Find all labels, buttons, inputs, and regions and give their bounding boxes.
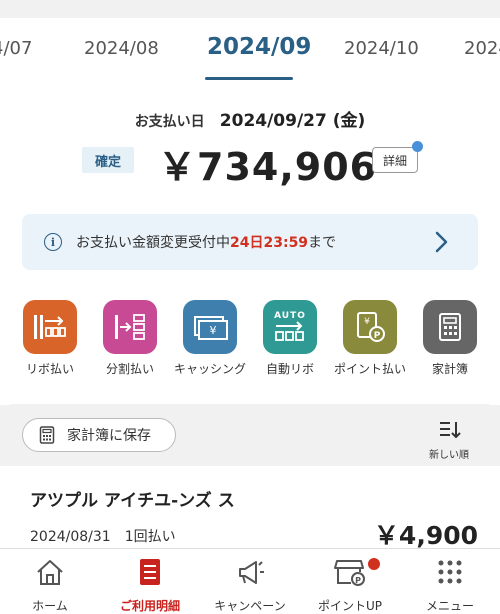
nav-item-statement[interactable]: ご利用明細 <box>100 557 200 614</box>
save-to-household-book-button[interactable]: 家計簿に保存 <box>22 418 176 452</box>
point-up-notification-badge <box>368 558 380 570</box>
nav-item-campaign[interactable]: キャンペーン <box>200 557 300 614</box>
shortcut-point-payment[interactable]: ¥ P ポイント払い <box>330 300 410 377</box>
status-badge: 確定 <box>82 147 134 173</box>
cashing-icon: ¥ <box>183 300 237 354</box>
notice-deadline: 24日23:59 <box>230 235 309 251</box>
shortcut-row: リボ払い 分割払い ¥ キャッシング AUTO 自動リボ ¥ P ポイント払い 家… <box>0 300 500 380</box>
home-icon <box>37 560 63 585</box>
auto-text: AUTO <box>274 311 306 321</box>
shortcut-auto-revolving[interactable]: AUTO 自動リボ <box>250 300 330 377</box>
tab-month-next2[interactable]: 2024 <box>464 38 500 59</box>
statement-icon <box>140 559 160 585</box>
shortcut-installment[interactable]: 分割払い <box>90 300 170 377</box>
sort-icon <box>440 422 461 439</box>
payment-amount: ￥734,906 <box>158 145 378 189</box>
notice-suffix: まで <box>308 235 337 251</box>
auto-revolving-icon: AUTO <box>263 300 317 354</box>
shortcut-label-auto-revolving: 自動リボ <box>265 362 314 376</box>
nav-label-menu: メニュー <box>425 599 474 613</box>
svg-text:¥: ¥ <box>210 324 217 337</box>
nav-label-home: ホーム <box>32 599 68 613</box>
nav-item-point-up[interactable]: P ポイントUP <box>300 557 400 614</box>
calculator-icon <box>39 426 55 444</box>
shortcut-label-point-payment: ポイント払い <box>333 362 406 376</box>
shortcut-household-book[interactable]: 家計簿 <box>410 300 490 377</box>
installment-icon <box>103 300 157 354</box>
sort-newest-button[interactable]: 新しい順 <box>424 420 474 461</box>
menu-grid-icon <box>438 560 462 584</box>
nav-label-statement: ご利用明細 <box>119 599 180 613</box>
shortcut-label-cashing: キャッシング <box>173 362 246 376</box>
svg-text:P: P <box>374 331 381 341</box>
shortcut-cashing[interactable]: ¥ キャッシング <box>170 300 250 377</box>
shortcut-label-installment: 分割払い <box>105 362 154 376</box>
notice-prefix: お支払い金額変更受付中 <box>76 235 230 251</box>
tab-month-prev2[interactable]: 4/07 <box>0 38 32 59</box>
nav-label-campaign: キャンペーン <box>214 599 286 613</box>
transaction-amount: ￥4,900 <box>373 521 478 550</box>
svg-text:¥: ¥ <box>364 317 370 327</box>
sort-label: 新しい順 <box>429 450 469 461</box>
point-up-icon: P <box>334 560 365 586</box>
payment-date-value: 2024/09/27 (金) <box>219 111 366 131</box>
tab-month-active[interactable]: 2024/09 <box>207 34 311 60</box>
shortcut-revolving[interactable]: リボ払い <box>10 300 90 377</box>
megaphone-icon <box>239 561 264 584</box>
payment-date-row: お支払い日 2024/09/27 (金) <box>0 106 500 131</box>
detail-button[interactable]: 詳細 <box>372 147 418 173</box>
change-deadline-notice[interactable]: i お支払い金額変更受付中24日23:59まで <box>22 214 478 270</box>
notification-dot <box>412 141 423 152</box>
chevron-right-icon <box>435 231 448 253</box>
shortcut-label-household-book: 家計簿 <box>431 362 468 376</box>
nav-item-home[interactable]: ホーム <box>0 557 100 614</box>
household-book-icon <box>423 300 477 354</box>
payment-date-label: お支払い日 <box>134 114 205 130</box>
tab-month-prev1[interactable]: 2024/08 <box>84 38 159 59</box>
bottom-nav: ホーム ご利用明細 キャンペーン P ポイントUP メニュー <box>0 548 500 614</box>
save-button-label: 家計簿に保存 <box>67 428 151 444</box>
month-tab-bar: 4/07 2024/08 2024/09 2024/10 2024 <box>0 18 500 80</box>
transaction-merchant[interactable]: アツプル アイチユ-ンズ ス <box>30 486 235 511</box>
tab-month-next1[interactable]: 2024/10 <box>344 38 419 59</box>
svg-text:P: P <box>355 576 361 585</box>
point-payment-icon: ¥ P <box>343 300 397 354</box>
notice-text: お支払い金額変更受付中24日23:59まで <box>76 232 336 252</box>
shortcut-label-revolving: リボ払い <box>25 362 74 376</box>
info-icon: i <box>44 233 62 251</box>
transaction-date-type: 2024/08/31 1回払い <box>30 529 176 545</box>
revolving-icon <box>23 300 77 354</box>
nav-item-menu[interactable]: メニュー <box>400 557 500 614</box>
nav-label-point-up: ポイントUP <box>317 599 383 613</box>
